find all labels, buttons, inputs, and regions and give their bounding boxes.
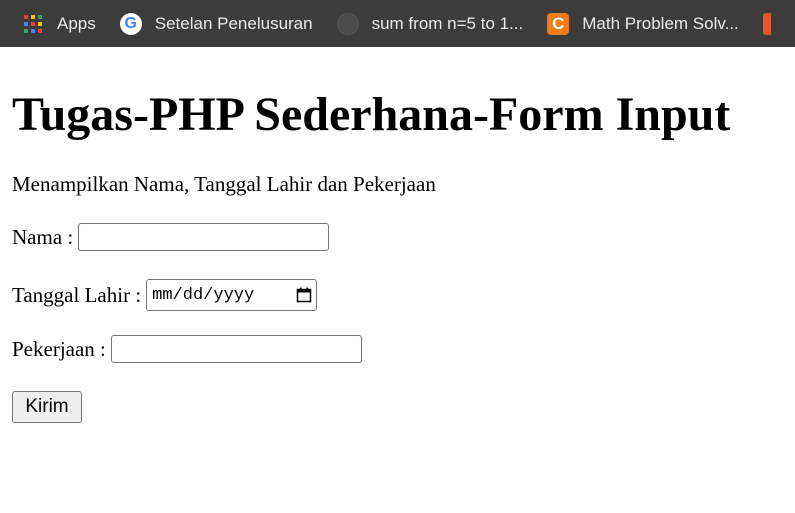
tanggal-lahir-label: Tanggal Lahir : <box>12 282 142 307</box>
google-icon: G <box>119 12 142 35</box>
pekerjaan-row: Pekerjaan : <box>12 335 362 363</box>
page-title: Tugas-PHP Sederhana-Form Input <box>12 88 731 141</box>
tanggal-lahir-row: Tanggal Lahir : mm/dd/yyyy <box>12 279 318 311</box>
tanggal-lahir-input[interactable]: mm/dd/yyyy <box>146 279 318 311</box>
globe-icon <box>336 12 359 35</box>
bookmark-label: sum from n=5 to 1... <box>371 13 524 33</box>
page-subtitle: Menampilkan Nama, Tanggal Lahir dan Peke… <box>12 172 436 196</box>
nama-label: Nama : <box>12 224 74 249</box>
bookmark-sum-from[interactable]: sum from n=5 to 1... <box>336 12 524 35</box>
apps-grid-icon <box>22 13 44 35</box>
bookmark-label: Apps <box>57 13 96 33</box>
pekerjaan-label: Pekerjaan : <box>12 336 106 361</box>
bookmarks-bar: Apps G Setelan Penelusuran sum from n=5 … <box>0 0 795 47</box>
nama-input[interactable] <box>78 223 330 251</box>
nama-row: Nama : <box>12 223 330 251</box>
calendar-icon[interactable] <box>296 287 312 303</box>
bookmark-label: Setelan Penelusuran <box>154 13 313 33</box>
c-logo-icon: C <box>547 12 570 35</box>
bookmark-math-problem-solver[interactable]: C Math Problem Solv... <box>547 12 739 35</box>
bookmark-setelan-penelusuran[interactable]: G Setelan Penelusuran <box>119 12 313 35</box>
kirim-button[interactable]: Kirim <box>12 391 82 423</box>
bookmark-label: Math Problem Solv... <box>582 13 739 33</box>
bookmark-partial-icon <box>762 12 771 35</box>
bookmark-overflow[interactable] <box>762 12 771 35</box>
pekerjaan-input[interactable] <box>110 335 362 363</box>
bookmark-apps[interactable]: Apps <box>22 13 96 35</box>
date-placeholder: mm/dd/yyyy <box>152 285 255 305</box>
